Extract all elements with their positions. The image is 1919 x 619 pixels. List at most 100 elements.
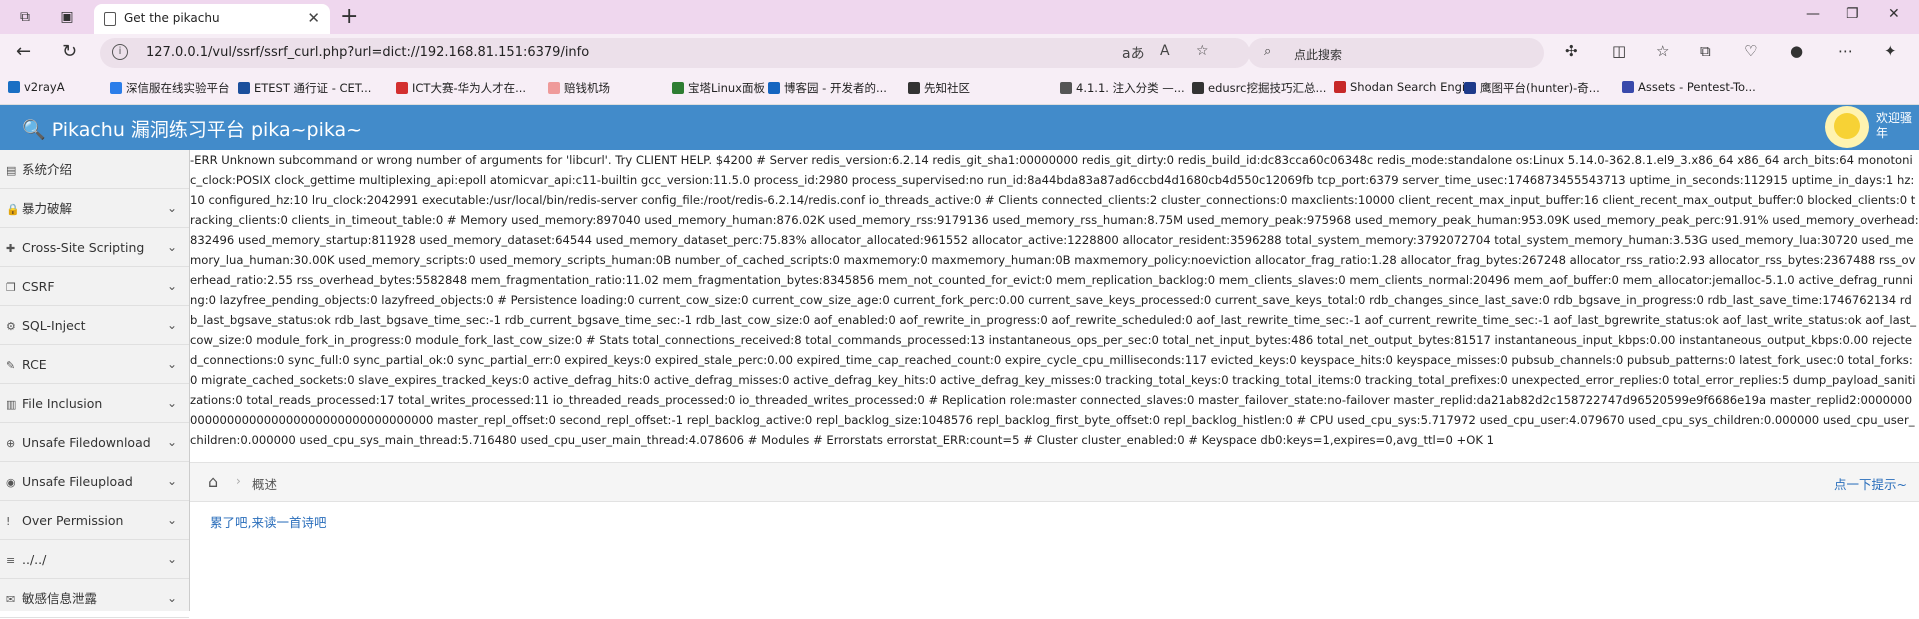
sidebar-item[interactable]: ✎ RCE ⌄ <box>0 345 189 384</box>
bookmark-item[interactable]: ETEST 通行证 - CET... <box>238 80 371 96</box>
bookmark-favicon-icon <box>1622 81 1634 93</box>
copilot-icon[interactable]: ✦ <box>1884 42 1897 60</box>
bookmark-favicon-icon <box>1464 82 1476 94</box>
back-icon[interactable]: ← <box>16 41 31 62</box>
sidebar-item-label: 暴力破解 <box>22 201 73 216</box>
bookmark-item[interactable]: edusrc挖掘技巧汇总... <box>1192 80 1326 96</box>
address-bar-row: ← ↻ i 127.0.0.1/vul/ssrf/ssrf_curl.php?u… <box>0 34 1919 72</box>
page-icon <box>104 12 116 26</box>
bookmark-label: 宝塔Linux面板 <box>688 81 765 95</box>
search-box[interactable]: ⌕ 点此搜索 <box>1248 38 1544 68</box>
bookmark-label: Assets - Pentest-To... <box>1638 80 1756 94</box>
sidebar-item-icon: ✚ <box>6 242 16 255</box>
favorite-star-icon[interactable]: ☆ <box>1196 43 1209 59</box>
sidebar-item-icon: ✉ <box>6 593 16 606</box>
browser-tab-active[interactable]: Get the pikachu ✕ <box>94 4 330 34</box>
sidebar-item-label: CSRF <box>22 279 55 294</box>
text-size-icon[interactable]: A <box>1160 43 1170 59</box>
profile-avatar-icon[interactable]: ● <box>1790 42 1803 60</box>
window-close-icon[interactable]: ✕ <box>1888 6 1900 22</box>
sidebar-item-icon: ! <box>6 515 11 528</box>
bookmark-item[interactable]: v2rayA <box>8 80 65 94</box>
url-text[interactable]: 127.0.0.1/vul/ssrf/ssrf_curl.php?url=dic… <box>146 45 589 60</box>
sidebar-item[interactable]: ❐ CSRF ⌄ <box>0 267 189 306</box>
bookmark-item[interactable]: 博客园 - 开发者的... <box>768 80 887 96</box>
bookmark-item[interactable]: 宝塔Linux面板 <box>672 80 765 96</box>
chevron-down-icon: ⌄ <box>166 474 177 488</box>
bookmark-favicon-icon <box>110 82 122 94</box>
sidebar-item-icon: 🔒 <box>6 203 20 216</box>
bookmark-label: 博客园 - 开发者的... <box>784 81 887 95</box>
bookmark-label: ETEST 通行证 - CET... <box>254 81 372 95</box>
breadcrumb: ⌂ › 概述 点一下提示~ <box>190 462 1919 502</box>
tab-actions-icon[interactable]: ▣ <box>58 8 76 26</box>
redis-info-output: -ERR Unknown subcommand or wrong number … <box>190 153 1919 447</box>
sidebar-item[interactable]: ◉ Unsafe Fileupload ⌄ <box>0 462 189 501</box>
chevron-down-icon: ⌄ <box>166 552 177 566</box>
extensions-icon[interactable]: ✣ <box>1565 42 1578 60</box>
poem-link[interactable]: 累了吧,来读一首诗吧 <box>210 512 326 531</box>
bookmark-favicon-icon <box>1192 82 1204 94</box>
sidebar-item[interactable]: ⊕ Unsafe Filedownload ⌄ <box>0 423 189 462</box>
bookmark-item[interactable]: Shodan Search Engi... <box>1334 80 1476 94</box>
sidebar-item[interactable]: ▥ File Inclusion ⌄ <box>0 384 189 423</box>
restore-icon[interactable]: ❐ <box>1846 6 1859 22</box>
new-tab-button[interactable]: + <box>340 4 358 29</box>
bookmark-favicon-icon <box>1334 81 1346 93</box>
sidebar-item-icon: ▤ <box>6 164 17 177</box>
performance-icon[interactable]: ♡ <box>1744 42 1757 60</box>
breadcrumb-separator-icon: › <box>236 474 241 488</box>
brand-title[interactable]: 🔍 Pikachu 漏洞练习平台 pika~pika~ <box>22 115 362 142</box>
breadcrumb-current: 概述 <box>252 477 278 492</box>
close-tab-icon[interactable]: ✕ <box>307 9 320 27</box>
refresh-icon[interactable]: ↻ <box>62 41 77 62</box>
sidebar-item[interactable]: 🔒 暴力破解 ⌄ <box>0 189 189 228</box>
sidebar-item-icon: ▥ <box>6 398 17 411</box>
sidebar-item[interactable]: ✉ 敏感信息泄露 ⌄ <box>0 579 189 618</box>
bookmark-item[interactable]: Assets - Pentest-To... <box>1622 80 1756 94</box>
bookmark-item[interactable]: 先知社区 <box>908 80 970 96</box>
bookmark-item[interactable]: ICT大赛-华为人才在... <box>396 80 526 96</box>
sidebar-item[interactable]: ▤ 系统介绍 <box>0 150 189 189</box>
bookmark-label: 先知社区 <box>924 81 970 95</box>
sidebar-item-label: ../../ <box>22 552 47 567</box>
sidebar-item[interactable]: ≡ ../../ ⌄ <box>0 540 189 579</box>
chevron-down-icon: ⌄ <box>166 201 177 215</box>
sidebar-item[interactable]: ! Over Permission ⌄ <box>0 501 189 540</box>
more-menu-icon[interactable]: ⋯ <box>1838 42 1853 60</box>
home-icon[interactable]: ⌂ <box>208 472 218 491</box>
bookmark-item[interactable]: 4.1.1. 注入分类 —... <box>1060 80 1185 96</box>
bookmark-label: Shodan Search Engi... <box>1350 80 1477 94</box>
sidebar-item-icon: ◉ <box>6 476 16 489</box>
bookmark-favicon-icon <box>8 81 20 93</box>
search-icon: ⌕ <box>1264 44 1272 59</box>
sidebar-item[interactable]: ✚ Cross-Site Scripting ⌄ <box>0 228 189 267</box>
sidebar-item[interactable]: ⚙ SQL-Inject ⌄ <box>0 306 189 345</box>
bookmark-favicon-icon <box>908 82 920 94</box>
favorites-icon[interactable]: ☆ <box>1656 42 1669 60</box>
sidebar: ▤ 系统介绍 🔒 暴力破解 ⌄ ✚ Cross-Site Scripting ⌄ ❐ CSRF ⌄ ⚙… <box>0 150 190 618</box>
workspaces-icon[interactable]: ⧉ <box>16 8 34 26</box>
search-placeholder: 点此搜索 <box>1294 48 1343 62</box>
address-bar[interactable]: i 127.0.0.1/vul/ssrf/ssrf_curl.php?url=d… <box>100 38 1250 68</box>
site-info-icon[interactable]: i <box>112 44 128 60</box>
app-header: 🔍 Pikachu 漏洞练习平台 pika~pika~ 欢迎骚年 <box>0 105 1919 150</box>
bookmark-item[interactable]: 赔钱机场 <box>548 80 610 96</box>
bookmark-label: 4.1.1. 注入分类 —... <box>1076 81 1185 95</box>
chevron-down-icon: ⌄ <box>166 396 177 410</box>
minimize-icon[interactable]: — <box>1806 6 1820 22</box>
bookmark-item[interactable]: 鹰图平台(hunter)-奇... <box>1464 80 1600 96</box>
bookmark-favicon-icon <box>548 82 560 94</box>
bookmark-item[interactable]: 深信服在线实验平台 <box>110 80 230 96</box>
split-screen-icon[interactable]: ◫ <box>1612 42 1626 60</box>
read-aloud-icon[interactable]: aあ <box>1122 43 1145 63</box>
sidebar-item-label: 敏感信息泄露 <box>22 591 98 606</box>
sidebar-item-icon: ✎ <box>6 359 16 372</box>
bookmark-label: 鹰图平台(hunter)-奇... <box>1480 81 1600 95</box>
chevron-down-icon: ⌄ <box>166 435 177 449</box>
bookmark-label: ICT大赛-华为人才在... <box>412 81 527 95</box>
sidebar-item-icon: ❐ <box>6 281 16 294</box>
hint-link[interactable]: 点一下提示~ <box>1834 474 1907 493</box>
bookmark-favicon-icon <box>396 82 408 94</box>
collections-icon[interactable]: ⧉ <box>1700 42 1711 60</box>
